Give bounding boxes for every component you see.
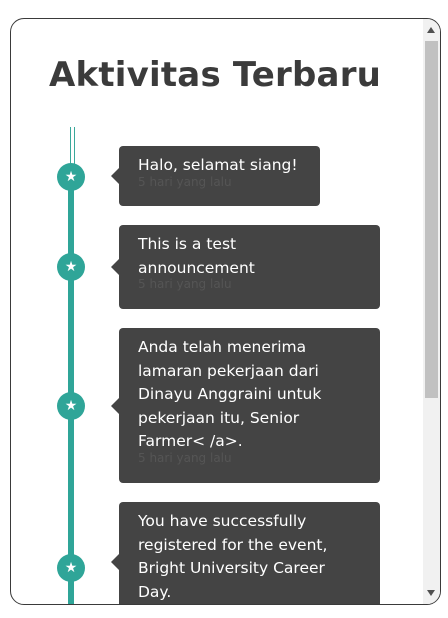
activity-message: Halo, selamat siang! [138,156,298,174]
activity-message: Anda telah menerima lamaran pekerjaan da… [138,338,322,450]
activity-message: This is a test announcement [138,235,255,277]
activity-card[interactable]: You have successfully registered for the… [111,502,380,604]
scroll-up-arrow-icon[interactable] [427,27,435,33]
activity-message: You have successfully registered for the… [138,512,328,601]
star-icon: ★ [57,554,85,582]
activity-time: 5 hari yang lalu [138,450,232,465]
star-glyph: ★ [64,169,78,185]
activity-card[interactable]: This is a test announcement 5 hari yang … [111,225,380,309]
timeline-line [68,171,74,604]
star-icon: ★ [57,392,85,420]
vertical-scrollbar[interactable] [423,19,440,604]
star-glyph: ★ [64,560,78,576]
star-glyph: ★ [64,259,78,275]
star-glyph: ★ [64,398,78,414]
scroll-down-arrow-icon[interactable] [427,590,435,596]
page-title: Aktivitas Terbaru [49,55,382,95]
star-icon: ★ [57,163,85,191]
star-icon: ★ [57,253,85,281]
activity-time: 5 hari yang lalu [138,277,232,291]
scrollbar-thumb[interactable] [425,41,438,398]
activity-card[interactable]: Halo, selamat siang! 5 hari yang lalu [111,146,320,206]
activity-time: 5 hari yang lalu [138,174,232,189]
activity-panel: Aktivitas Terbaru ★ Halo, selamat siang!… [10,18,441,605]
activity-card[interactable]: Anda telah menerima lamaran pekerjaan da… [111,328,380,483]
